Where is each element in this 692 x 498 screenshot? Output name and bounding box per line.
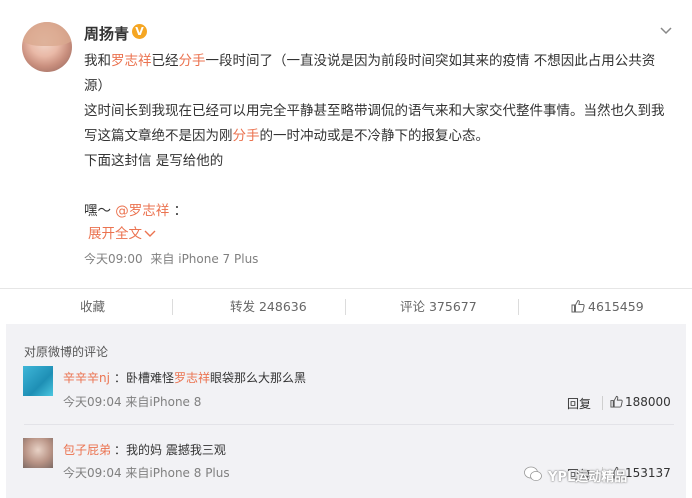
- commenter-name[interactable]: 辛辛辛nj: [63, 369, 110, 386]
- comment-separator: ：: [114, 371, 127, 385]
- comment-text-part: 卧槽难怪: [126, 371, 175, 385]
- post-text: ：: [173, 203, 188, 219]
- comment-separator: ：: [114, 443, 127, 457]
- action-bar: 收藏 转发 248636 评论 375677 4615459: [0, 288, 692, 325]
- comment-text: ：卧槽难怪罗志祥眼袋那么大那么黑: [114, 369, 306, 386]
- mention-link[interactable]: @罗志祥: [115, 203, 169, 219]
- divider: [345, 299, 346, 315]
- comment-button[interactable]: 评论 375677: [400, 289, 477, 325]
- comment-keyword[interactable]: 罗志祥: [174, 371, 210, 385]
- post-paragraph: 下面这封信 是写给他的: [84, 153, 224, 169]
- post-keyword[interactable]: 罗志祥: [111, 53, 152, 69]
- reply-button[interactable]: 回复: [567, 395, 591, 412]
- post-meta: 今天09:00 来自 iPhone 7 Plus: [84, 250, 258, 267]
- expand-full-text-link[interactable]: 展开全文: [88, 222, 156, 242]
- post-text: 的一时冲动或是不冷静下的报复心态。: [259, 128, 490, 144]
- username[interactable]: 周扬青: [84, 23, 129, 44]
- comment-like-button[interactable]: 188000: [610, 395, 671, 409]
- comment-text-part: 眼袋那么大那么黑: [210, 371, 307, 385]
- post-keyword[interactable]: 分手: [233, 128, 260, 144]
- post-blank-line: [84, 174, 669, 199]
- like-button[interactable]: 4615459: [571, 289, 644, 325]
- post-source: 来自 iPhone 7 Plus: [150, 252, 259, 266]
- like-count: 4615459: [588, 299, 644, 314]
- comment-source: 来自iPhone 8 Plus: [125, 466, 230, 480]
- post-text: 已经: [151, 53, 179, 69]
- comment-time: 今天09:04: [63, 395, 122, 409]
- expand-label: 展开全文: [88, 226, 142, 242]
- post-keyword[interactable]: 分手: [179, 53, 206, 69]
- avatar[interactable]: [22, 22, 72, 72]
- verified-badge-icon: V: [132, 24, 147, 39]
- weibo-post: 周扬青 V 我和罗志祥已经分手一段时间了（一直没说是因为前段时间突如其来的疫情 …: [0, 0, 692, 286]
- comment-text: ：我的妈 震撼我三观: [114, 441, 226, 458]
- comment-like-count: 153137: [625, 466, 671, 480]
- post-content: 我和罗志祥已经分手一段时间了（一直没说是因为前段时间突如其来的疫情 不想因此占用…: [84, 49, 669, 224]
- commenter-name[interactable]: 包子屁弟: [63, 441, 111, 458]
- comment-like-count: 188000: [625, 395, 671, 409]
- comment-meta: 今天09:04 来自iPhone 8 Plus: [63, 464, 230, 481]
- comments-title: 对原微博的评论: [24, 345, 109, 359]
- chevron-down-icon[interactable]: [660, 24, 672, 38]
- avatar[interactable]: [23, 366, 53, 396]
- chevron-down-icon: [144, 230, 156, 237]
- post-text: 我和: [84, 53, 111, 69]
- post-paragraph: 这时间长到我现在已经可以用完全平静甚至略带调侃的语气来和大家交代整件事情。当然也…: [84, 99, 669, 149]
- avatar[interactable]: [23, 438, 53, 468]
- thumbs-up-icon: [610, 395, 623, 408]
- comment-text-part: 我的妈 震撼我三观: [126, 443, 226, 457]
- comment-time: 今天09:04: [63, 466, 122, 480]
- favorite-button[interactable]: 收藏: [80, 289, 105, 325]
- comment-source: 来自iPhone 8: [125, 395, 202, 409]
- post-text: 嘿～: [84, 203, 111, 219]
- wechat-icon: [524, 466, 542, 481]
- divider: [24, 424, 674, 425]
- divider: [172, 299, 173, 315]
- post-paragraph: 嘿～ @罗志祥 ：: [84, 199, 669, 224]
- post-paragraph: 我和罗志祥已经分手一段时间了（一直没说是因为前段时间突如其来的疫情 不想因此占用…: [84, 49, 669, 99]
- divider: [602, 396, 603, 410]
- watermark: YPL运动精品: [548, 470, 628, 485]
- thumbs-up-icon: [571, 299, 585, 313]
- repost-button[interactable]: 转发 248636: [230, 289, 307, 325]
- divider: [518, 299, 519, 315]
- post-time[interactable]: 今天09:00: [84, 252, 143, 266]
- comment-meta: 今天09:04 来自iPhone 8: [63, 393, 201, 410]
